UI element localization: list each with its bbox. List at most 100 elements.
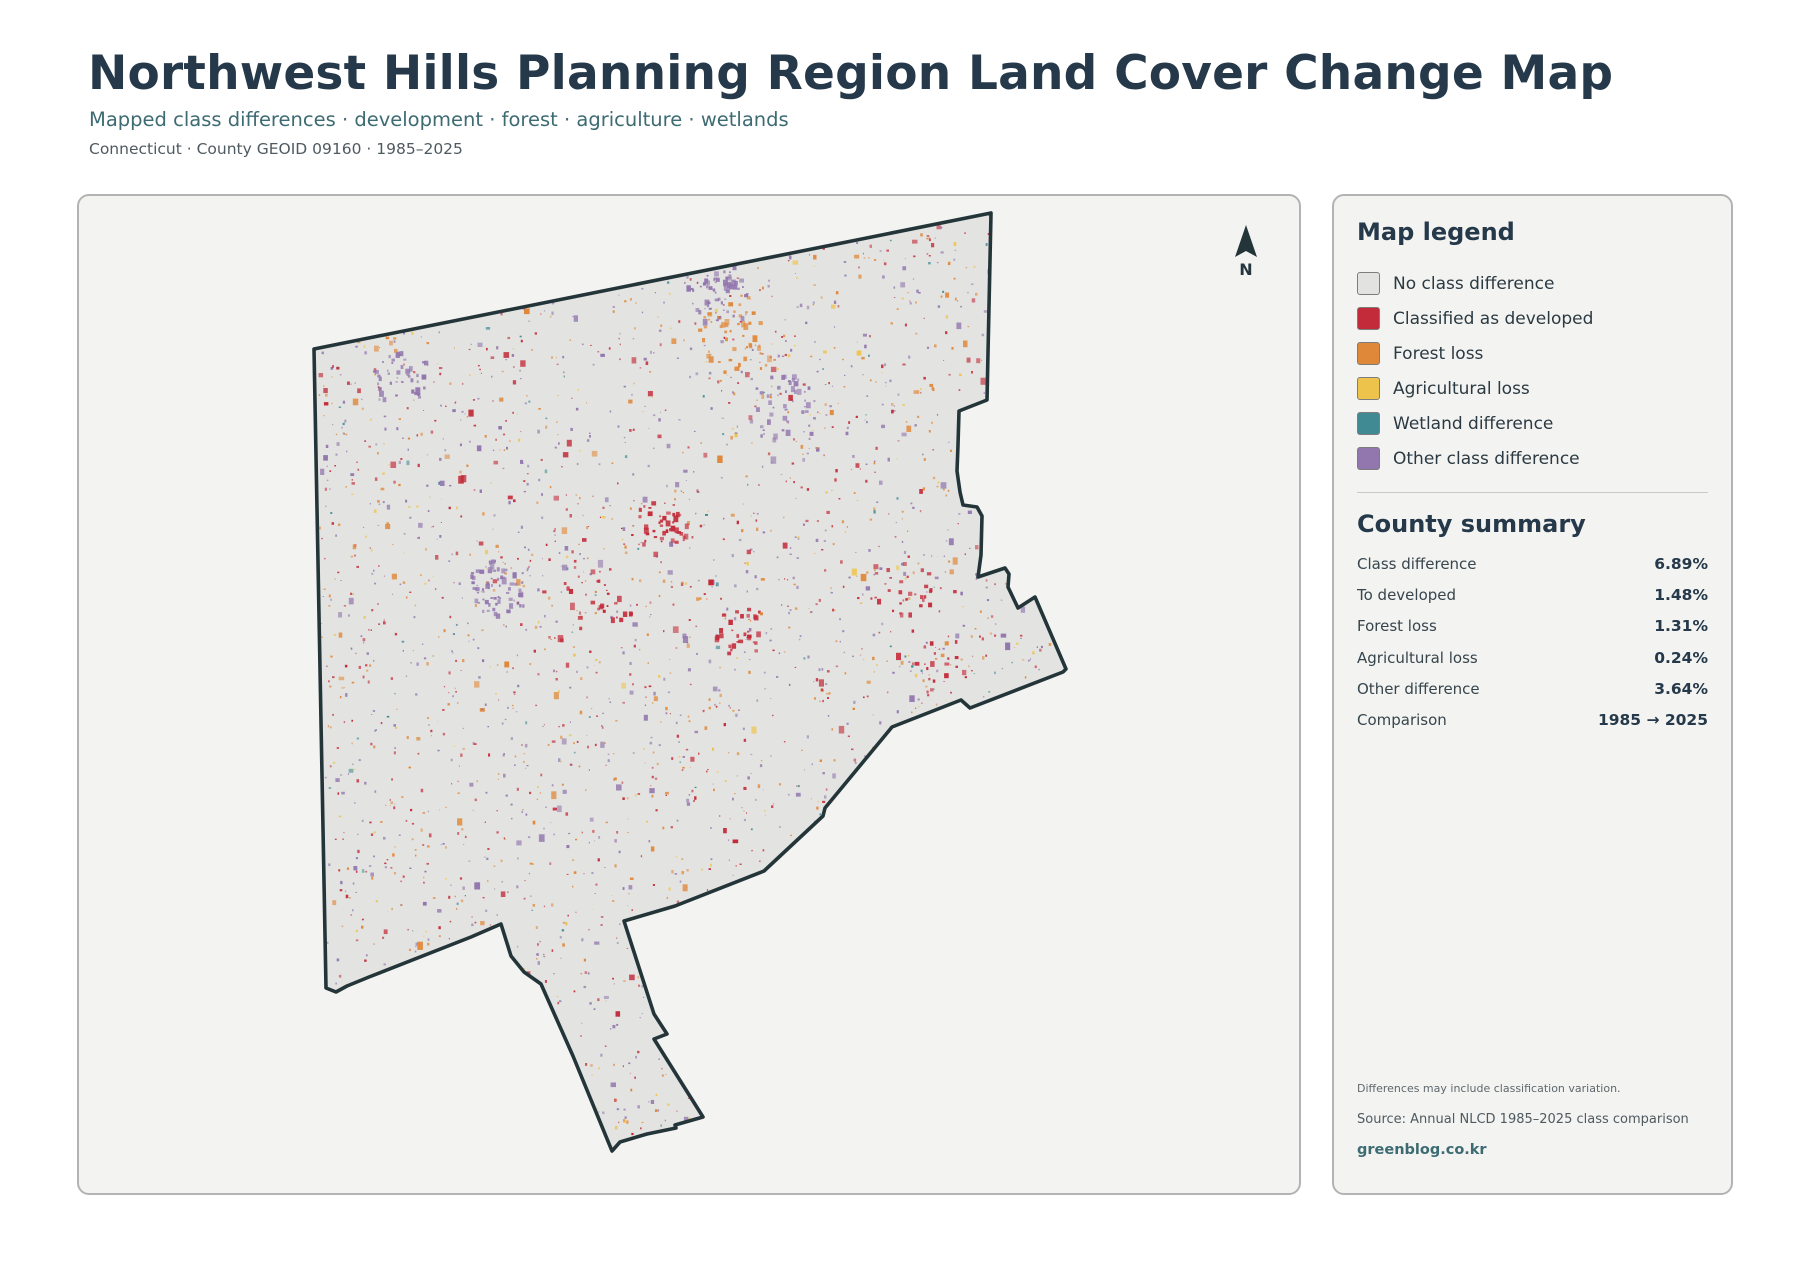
change-patch-developed bbox=[329, 765, 332, 768]
change-patch-other bbox=[505, 625, 507, 628]
change-patch-developed bbox=[774, 330, 777, 333]
change-patch-other bbox=[853, 700, 856, 704]
change-patch-developed bbox=[468, 348, 471, 351]
change-patch-other bbox=[517, 684, 520, 688]
change-patch-developed bbox=[957, 523, 959, 525]
change-patch-other bbox=[544, 615, 546, 618]
change-patch-other bbox=[726, 310, 729, 314]
change-patch-other bbox=[362, 526, 365, 528]
change-patch-developed bbox=[457, 780, 459, 783]
change-patch-developed bbox=[851, 748, 854, 751]
change-patch-other bbox=[350, 647, 353, 650]
change-patch-forest-loss bbox=[932, 476, 936, 480]
change-patch-developed bbox=[898, 590, 903, 595]
change-patch-other bbox=[713, 278, 716, 282]
change-patch-developed bbox=[731, 629, 734, 632]
change-patch-agricultural-loss bbox=[424, 582, 427, 585]
map-panel[interactable]: N bbox=[77, 194, 1301, 1195]
change-patch-other bbox=[628, 885, 633, 890]
change-patch-other bbox=[519, 369, 521, 372]
change-patch-developed bbox=[332, 676, 335, 679]
change-patch-other bbox=[953, 258, 956, 261]
change-patch-developed bbox=[622, 611, 628, 617]
change-patch-other bbox=[517, 857, 519, 860]
map-canvas[interactable]: N bbox=[79, 196, 1299, 1193]
change-patch-other bbox=[370, 872, 374, 877]
change-patch-developed bbox=[758, 484, 760, 486]
change-patch-other bbox=[346, 450, 348, 453]
change-patch-forest-loss bbox=[578, 543, 580, 545]
change-patch-developed bbox=[645, 532, 650, 536]
change-patch-forest-loss bbox=[968, 665, 970, 668]
change-patch-forest-loss bbox=[761, 394, 765, 399]
change-patch-other bbox=[634, 638, 637, 642]
change-patch-developed bbox=[679, 532, 684, 536]
change-patch-other bbox=[490, 597, 493, 599]
change-patch-other bbox=[901, 541, 904, 543]
change-patch-other bbox=[328, 488, 331, 490]
site-credit[interactable]: greenblog.co.kr bbox=[1357, 1142, 1487, 1158]
change-patch-other bbox=[708, 371, 712, 375]
change-patch-agricultural-loss bbox=[455, 506, 458, 510]
change-patch-developed bbox=[754, 649, 758, 653]
change-patch-other bbox=[468, 440, 471, 443]
change-patch-forest-loss bbox=[808, 448, 810, 449]
change-patch-other bbox=[342, 400, 346, 404]
change-patch-forest-loss bbox=[469, 553, 471, 556]
change-patch-developed bbox=[428, 833, 432, 838]
change-patch-developed bbox=[640, 855, 643, 858]
change-patch-other bbox=[444, 449, 447, 452]
change-patch-developed bbox=[512, 411, 514, 414]
change-patch-developed bbox=[923, 317, 925, 319]
change-patch-developed bbox=[498, 699, 500, 701]
change-patch-developed bbox=[761, 353, 764, 355]
change-patch-forest-loss bbox=[923, 458, 926, 461]
change-patch-developed bbox=[802, 383, 806, 386]
change-patch-developed bbox=[944, 662, 950, 666]
change-patch-developed bbox=[554, 637, 556, 639]
change-patch-other bbox=[607, 759, 610, 763]
change-patch-agricultural-loss bbox=[844, 531, 847, 533]
change-patch-other bbox=[1020, 637, 1022, 639]
change-patch-developed bbox=[448, 895, 451, 899]
change-patch-developed bbox=[1000, 599, 1003, 601]
change-patch-other bbox=[942, 647, 945, 650]
map-legend: No class difference Classified as develo… bbox=[1357, 266, 1593, 476]
change-patch-other bbox=[418, 522, 423, 528]
change-patch-other bbox=[497, 577, 500, 581]
change-patch-developed bbox=[912, 239, 918, 244]
change-patch-other bbox=[731, 554, 734, 558]
change-patch-other bbox=[619, 332, 621, 335]
change-patch-wetland bbox=[571, 631, 574, 633]
change-patch-forest-loss bbox=[649, 371, 652, 373]
change-patch-developed bbox=[603, 584, 606, 586]
change-patch-other bbox=[416, 662, 419, 666]
change-patch-forest-loss bbox=[674, 489, 677, 493]
change-patch-other bbox=[813, 400, 816, 403]
change-patch-other bbox=[748, 659, 751, 661]
change-patch-other bbox=[889, 379, 892, 383]
change-patch-other bbox=[459, 443, 462, 447]
change-patch-developed bbox=[432, 525, 434, 528]
change-patch-forest-loss bbox=[724, 323, 729, 328]
change-patch-other bbox=[554, 446, 557, 449]
change-patch-other bbox=[697, 579, 700, 582]
change-patch-developed bbox=[520, 623, 523, 626]
change-patch-other bbox=[812, 301, 815, 304]
change-patch-other bbox=[378, 398, 381, 401]
change-patch-forest-loss bbox=[666, 896, 669, 899]
change-patch-forest-loss bbox=[719, 693, 722, 698]
change-patch-forest-loss bbox=[856, 575, 858, 577]
change-patch-other bbox=[683, 469, 688, 473]
change-patch-other bbox=[717, 297, 721, 301]
county-summary: Class difference 6.89% To developed 1.48… bbox=[1357, 548, 1708, 736]
change-patch-forest-loss bbox=[644, 762, 646, 764]
change-patch-other bbox=[450, 758, 453, 762]
change-patch-developed bbox=[730, 648, 733, 652]
change-patch-agricultural-loss bbox=[558, 690, 560, 693]
change-patch-developed bbox=[703, 452, 708, 458]
change-patch-developed bbox=[394, 632, 398, 636]
change-patch-agricultural-loss bbox=[668, 292, 671, 295]
change-patch-developed bbox=[971, 655, 974, 657]
change-patch-other bbox=[733, 617, 737, 621]
